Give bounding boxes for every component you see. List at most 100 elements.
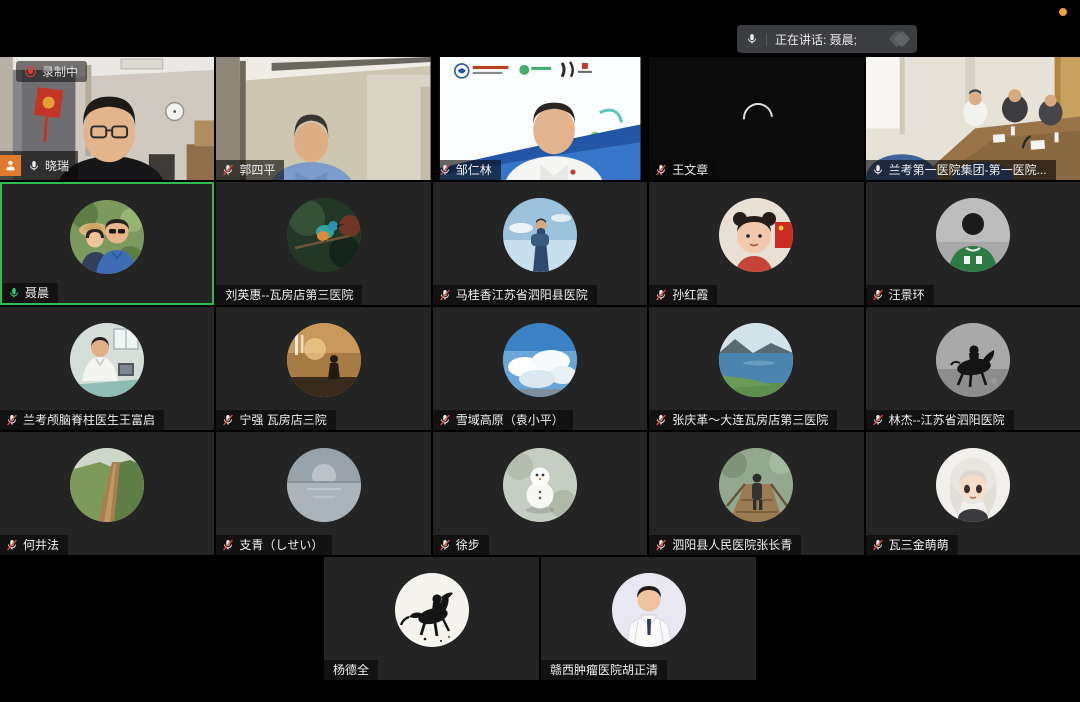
tile-zou-renlin[interactable]: 邹仁林 — [433, 57, 647, 180]
meeting-watermark-logo — [891, 33, 908, 45]
participant-name: 何井法 — [23, 539, 59, 551]
participant-name: 郭四平 — [239, 164, 275, 176]
avatar — [936, 448, 1010, 522]
name-tag: 张庆革～大连瓦房店第三医院 — [649, 410, 837, 430]
participant-name: 晓瑞 — [45, 160, 69, 172]
avatar-mountain-lake — [719, 323, 793, 397]
name-tag: 马桂香江苏省泗阳县医院 — [433, 285, 597, 305]
video-grid-last-row: 杨德全 赣西肿瘤医院胡正清 — [324, 557, 756, 680]
participant-name: 杨德全 — [333, 664, 369, 676]
name-tag: 刘英惠--瓦房店第三医院 — [216, 285, 362, 305]
avatar-couple-outdoor-selfie — [70, 200, 144, 274]
avatar — [70, 200, 144, 274]
participant-name: 汪景环 — [889, 289, 925, 301]
tile-zhi-qing[interactable]: 支青（しせい） — [216, 432, 430, 555]
name-tag: 瓦三金萌萌 — [866, 535, 958, 555]
mic-speaking-icon — [8, 287, 20, 299]
name-tag: 王文章 — [649, 160, 717, 180]
mic-muted-icon — [655, 414, 667, 426]
participant-name: 马桂香江苏省泗阳县医院 — [456, 289, 588, 301]
recording-label: 录制中 — [42, 63, 78, 80]
mic-muted-icon — [439, 289, 451, 301]
tile-xu-bu[interactable]: 徐步 — [433, 432, 647, 555]
participant-name: 赣西肿瘤医院胡正清 — [550, 664, 658, 676]
avatar — [287, 448, 361, 522]
name-tag: 杨德全 — [324, 660, 378, 680]
avatar — [612, 573, 686, 647]
participant-name: 雪域高原（袁小平） — [456, 414, 564, 426]
avatar-doctor-portrait-white-coat — [612, 573, 686, 647]
tile-wang-jinghuan[interactable]: 汪景环 — [866, 182, 1080, 305]
tile-liu-yinghui[interactable]: 刘英惠--瓦房店第三医院 — [216, 182, 430, 305]
tile-nie-chen[interactable]: 聂晨 — [0, 182, 214, 305]
avatar — [287, 198, 361, 272]
tile-hu-zhengqing[interactable]: 赣西肿瘤医院胡正清 — [541, 557, 756, 680]
mic-muted-icon — [222, 164, 234, 176]
mic-muted-icon — [872, 414, 884, 426]
video-grid: 晓瑞 郭四平 — [0, 57, 1080, 555]
name-tag: 何井法 — [0, 535, 68, 555]
mic-muted-icon — [439, 414, 451, 426]
avatar-anime-girl-white-hair — [936, 448, 1010, 522]
mic-muted-icon — [655, 539, 667, 551]
participant-name: 徐步 — [456, 539, 480, 551]
name-tag: 雪域高原（袁小平） — [433, 410, 573, 430]
avatar-doctor-at-desk — [70, 323, 144, 397]
name-tag: 支青（しせい） — [216, 535, 332, 555]
person-icon — [4, 159, 17, 172]
avatar — [936, 323, 1010, 397]
mic-muted-icon — [6, 414, 18, 426]
tile-zhang-qingge[interactable]: 张庆革～大连瓦房店第三医院 — [649, 307, 863, 430]
avatar-ink-painting-horse — [395, 573, 469, 647]
tile-yang-dequan[interactable]: 杨德全 — [324, 557, 539, 680]
avatar-blue-sky-clouds — [503, 323, 577, 397]
participant-name: 聂晨 — [25, 287, 49, 299]
tile-lin-jie[interactable]: 林杰--江苏省泗阳医院 — [866, 307, 1080, 430]
tile-sun-hongxia[interactable]: 孙红霞 — [649, 182, 863, 305]
participant-name: 王文章 — [672, 164, 708, 176]
name-tag: 郭四平 — [216, 160, 284, 180]
name-tag: 汪景环 — [866, 285, 934, 305]
name-tag: 晓瑞 — [0, 151, 78, 180]
avatar — [719, 323, 793, 397]
notification-dot — [1059, 8, 1067, 16]
name-tag: 赣西肿瘤医院胡正清 — [541, 660, 667, 680]
recording-badge: 录制中 — [16, 61, 87, 82]
tile-lankao-hospital[interactable]: 兰考第一医院集团-第一医院... — [866, 57, 1080, 180]
avatar — [287, 323, 361, 397]
tile-zhang-changqing[interactable]: 泗阳县人民医院张长青 — [649, 432, 863, 555]
mic-muted-icon — [655, 289, 667, 301]
tile-xueyu-gaoyuan[interactable]: 雪域高原（袁小平） — [433, 307, 647, 430]
tile-wa-san-jin-mengmeng[interactable]: 瓦三金萌萌 — [866, 432, 1080, 555]
avatar-person-on-wooden-bridge — [719, 448, 793, 522]
tile-ning-qiang[interactable]: 宁强 瓦房店三院 — [216, 307, 430, 430]
mic-muted-icon — [872, 539, 884, 551]
loading-spinner — [737, 96, 779, 138]
divider — [766, 33, 767, 46]
name-tag: 徐步 — [433, 535, 489, 555]
mic-muted-icon — [6, 539, 18, 551]
avatar — [936, 198, 1010, 272]
avatar — [503, 448, 577, 522]
mic-muted-icon — [222, 414, 234, 426]
tile-wang-wenzhang[interactable]: 王文章 — [649, 57, 863, 180]
avatar — [719, 198, 793, 272]
participant-name: 兰考第一医院集团-第一医院... — [889, 164, 1047, 176]
mic-muted-icon — [872, 289, 884, 301]
avatar — [503, 323, 577, 397]
tile-wang-fuqi[interactable]: 兰考颅脑脊柱医生王富启 — [0, 307, 214, 430]
avatar — [70, 323, 144, 397]
name-tag: 聂晨 — [2, 283, 58, 303]
participant-name: 兰考颅脑脊柱医生王富启 — [23, 414, 155, 426]
participant-name: 邹仁林 — [456, 164, 492, 176]
name-tag: 兰考颅脑脊柱医生王富启 — [0, 410, 164, 430]
participant-name: 支青（しせい） — [239, 539, 323, 551]
speaking-indicator-text: 正在讲话: 聂晨; — [775, 31, 857, 48]
avatar — [70, 448, 144, 522]
tile-he-jingfa[interactable]: 何井法 — [0, 432, 214, 555]
avatar-white-snowman-figurine — [503, 448, 577, 522]
name-tag: 宁强 瓦房店三院 — [216, 410, 335, 430]
tile-ma-guixiang[interactable]: 马桂香江苏省泗阳县医院 — [433, 182, 647, 305]
avatar — [719, 448, 793, 522]
tile-guo-siping[interactable]: 郭四平 — [216, 57, 430, 180]
